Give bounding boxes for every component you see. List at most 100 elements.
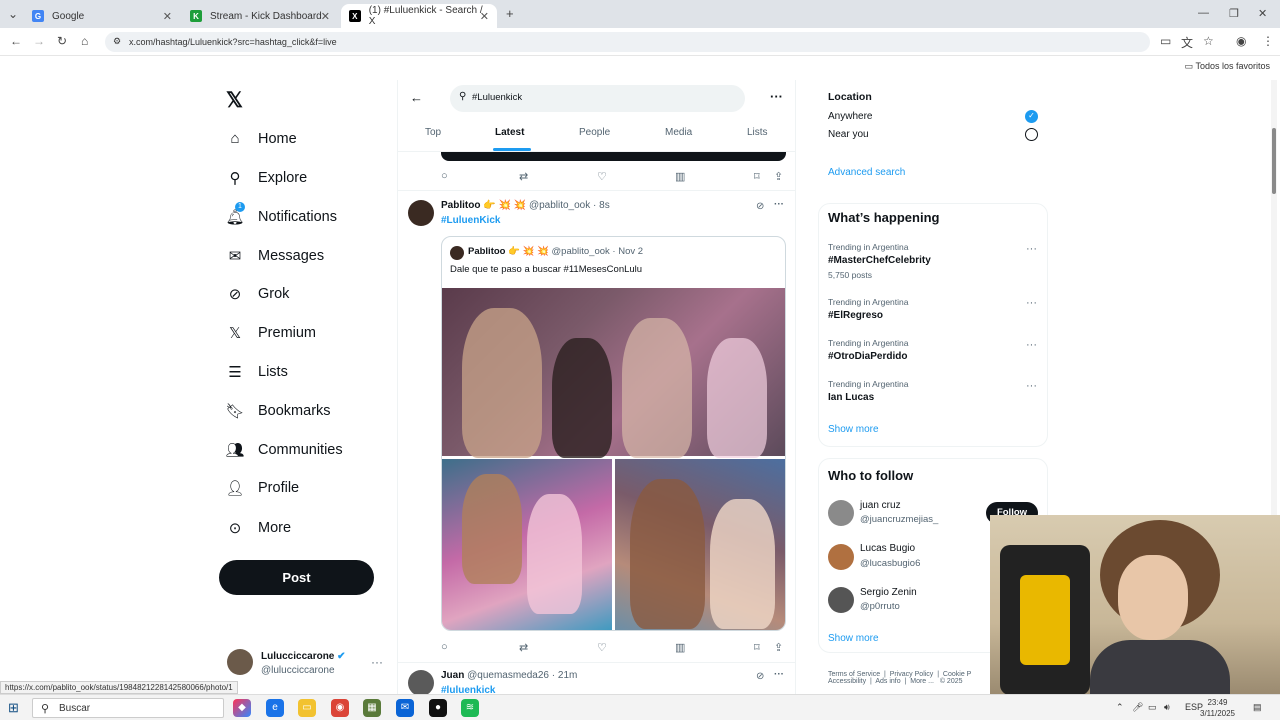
footer-link[interactable]: Cookie P (943, 671, 971, 678)
tab-latest[interactable]: Latest (495, 127, 524, 138)
advanced-search-link[interactable]: Advanced search (828, 167, 905, 178)
location-near-you[interactable]: Near you (828, 129, 869, 140)
quoted-tweet[interactable]: Pablitoo 👉 💥 💥 @pablito_ook · Nov 2 Dale… (441, 236, 786, 631)
translate-icon[interactable]: 文 (1181, 34, 1193, 51)
nav-grok[interactable]: ⊘ Grok (225, 285, 290, 303)
bookmark-icon[interactable]: ⌑ (754, 641, 760, 654)
more-icon[interactable]: ··· (371, 655, 383, 669)
tab-search-icon[interactable]: ⌄ (8, 7, 18, 21)
minimize-icon[interactable]: — (1198, 7, 1209, 19)
spotify-icon[interactable]: ≋ (461, 699, 479, 717)
avatar[interactable] (408, 200, 434, 226)
tray-chevron-icon[interactable]: ⌃ (1116, 702, 1124, 713)
nav-explore[interactable]: ⚲ Explore (225, 169, 308, 187)
photo-3[interactable] (615, 459, 785, 630)
footer-link[interactable]: More ... (910, 678, 934, 685)
footer-link[interactable]: Terms of Service (828, 671, 880, 678)
cast-icon[interactable]: ▭ (1160, 34, 1171, 48)
tab-kick-dashboard[interactable]: K Stream - Kick Dashboard ✕ (182, 4, 338, 28)
new-tab-icon[interactable]: + (506, 6, 514, 21)
footer-link[interactable]: Privacy Policy (890, 671, 934, 678)
star-icon[interactable]: ☆ (1203, 34, 1214, 48)
close-icon[interactable]: ✕ (163, 10, 172, 23)
nav-lists[interactable]: ☰ Lists (225, 363, 288, 381)
views-icon[interactable]: ▥ (675, 170, 685, 183)
x-logo[interactable]: 𝕏 (226, 88, 243, 113)
tweet-time[interactable]: 21m (558, 670, 577, 681)
more-icon[interactable]: ··· (774, 669, 784, 680)
avatar[interactable] (408, 670, 434, 694)
tweet-hashtag[interactable]: #luluenkick (441, 685, 495, 694)
grok-icon[interactable]: ⊘ (756, 671, 764, 682)
taskbar-clock[interactable]: 23:49 3/11/2025 (1200, 697, 1235, 719)
microphone-icon[interactable]: 🎤︎ (1132, 702, 1143, 713)
forward-icon[interactable]: → (33, 34, 45, 48)
avatar[interactable] (828, 500, 854, 526)
nav-bookmarks[interactable]: 🔖︎ Bookmarks (225, 402, 330, 420)
bookmarks-folder[interactable]: ▭ Todos los favoritos (1185, 61, 1270, 72)
follow-name[interactable]: Lucas Bugio (860, 543, 915, 554)
windows-start-icon[interactable]: ⊞ (8, 700, 19, 716)
nav-more[interactable]: ⊙ More (225, 519, 291, 537)
like-icon[interactable]: ♡ (597, 641, 607, 654)
restore-icon[interactable]: ❐ (1229, 7, 1239, 20)
nav-messages[interactable]: ✉ Messages (225, 247, 324, 265)
more-icon[interactable]: ··· (774, 199, 784, 210)
tweet-handle[interactable]: @pablito_ook (529, 200, 590, 211)
close-icon[interactable]: ✕ (480, 10, 489, 23)
trend-topic[interactable]: #ElRegreso (828, 310, 883, 321)
tab-people[interactable]: People (579, 127, 610, 138)
more-icon[interactable]: ··· (1026, 339, 1037, 351)
back-icon[interactable]: ← (10, 34, 22, 48)
tab-media[interactable]: Media (665, 127, 692, 138)
radio-near-you[interactable] (1025, 128, 1038, 141)
more-icon[interactable]: ··· (1026, 243, 1037, 255)
follow-name[interactable]: Sergio Zenin (860, 587, 917, 598)
like-icon[interactable]: ♡ (597, 170, 607, 183)
app-icon[interactable]: ▦ (363, 699, 381, 717)
nav-notifications[interactable]: 🔔︎ 1 Notifications (225, 202, 337, 226)
tweet-author-name[interactable]: Pablitoo (441, 200, 480, 211)
menu-icon[interactable]: ⋮ (1262, 34, 1274, 48)
share-icon[interactable]: ⇪ (774, 170, 783, 183)
volume-icon[interactable]: 🔊︎ (1164, 702, 1170, 713)
show-more-link[interactable]: Show more (828, 424, 879, 435)
tweet-hashtag[interactable]: #LuluenKick (441, 215, 500, 226)
retweet-icon[interactable]: ⇄ (519, 641, 528, 654)
tab-lists[interactable]: Lists (747, 127, 768, 138)
avatar[interactable] (828, 587, 854, 613)
search-input[interactable]: ⚲ #Luluenkick (450, 85, 745, 112)
site-info-icon[interactable]: ⚙ (113, 36, 121, 47)
photo-1[interactable] (442, 288, 785, 458)
close-window-icon[interactable]: ✕ (1258, 7, 1267, 20)
chrome-icon[interactable]: ◉ (331, 699, 349, 717)
file-explorer-icon[interactable]: ▭ (298, 699, 316, 717)
views-icon[interactable]: ▥ (675, 641, 685, 654)
tab-x-search[interactable]: X (1) #Luluenkick - Search / X ✕ (341, 4, 497, 28)
scrollbar-thumb[interactable] (1272, 128, 1276, 194)
tweet-time[interactable]: 8s (599, 200, 610, 211)
location-anywhere[interactable]: Anywhere (828, 111, 872, 122)
share-icon[interactable]: ⇪ (774, 641, 783, 654)
grok-icon[interactable]: ⊘ (756, 201, 764, 212)
back-arrow-icon[interactable]: ← (410, 90, 423, 105)
outlook-icon[interactable]: ✉ (396, 699, 414, 717)
previous-tweet-media[interactable] (441, 152, 786, 161)
url-field[interactable]: ⚙ x.com/hashtag/Luluenkick?src=hashtag_c… (105, 32, 1150, 52)
follow-name[interactable]: juan cruz (860, 500, 901, 511)
nav-communities[interactable]: 👥︎ Communities (225, 441, 342, 459)
post-button[interactable]: Post (219, 560, 374, 595)
trend-topic[interactable]: Ian Lucas (828, 392, 874, 403)
bookmark-icon[interactable]: ⌑ (754, 170, 760, 183)
reply-icon[interactable]: ○ (441, 170, 448, 182)
network-icon[interactable]: ▭ (1148, 702, 1157, 713)
more-icon[interactable]: ··· (1026, 380, 1037, 392)
show-more-link[interactable]: Show more (828, 633, 879, 644)
taskbar-search-input[interactable]: ⚲ Buscar (32, 698, 224, 718)
more-icon[interactable]: ··· (1026, 297, 1037, 309)
more-icon[interactable]: ··· (770, 89, 783, 104)
radio-anywhere-checked[interactable]: ✓ (1025, 110, 1038, 123)
footer-link[interactable]: Ads info (875, 678, 900, 685)
trend-topic[interactable]: #OtroDiaPerdido (828, 351, 907, 362)
footer-link[interactable]: Accessibility (828, 678, 866, 685)
